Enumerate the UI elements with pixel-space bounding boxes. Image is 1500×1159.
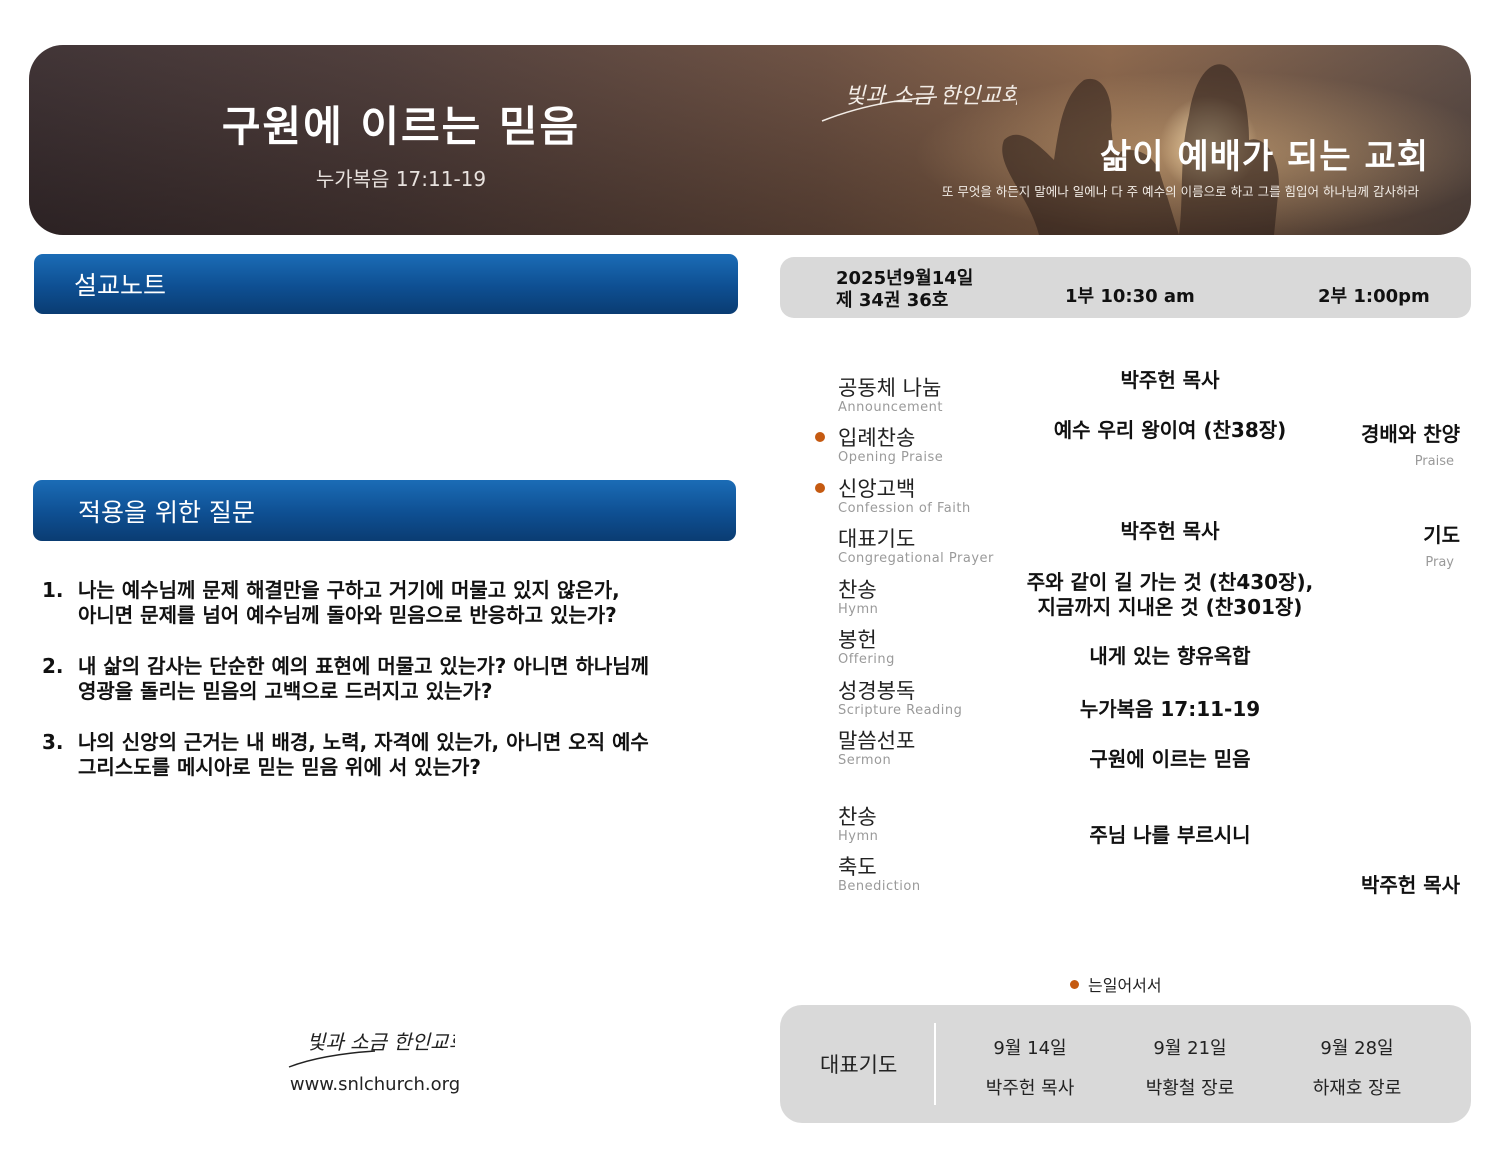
- item-leader-subtitle: Praise: [1414, 454, 1454, 469]
- item-subtitle: Sermon: [838, 753, 892, 768]
- worship-item-confession: 신앙고백 Confession of Faith: [780, 473, 1480, 521]
- svg-text:빛과 소금 한인교회: 빛과 소금 한인교회: [307, 1030, 455, 1054]
- worship-item-hymn: 찬송 Hymn 주와 같이 길 가는 것 (찬430장), 지금까지 지내온 것…: [780, 570, 1480, 622]
- prayer-leader: 박주헌 목사: [985, 1078, 1075, 1099]
- item-content: 누가복음 17:11-19: [1079, 697, 1261, 721]
- prayer-leader: 하재호 장로: [1312, 1078, 1402, 1099]
- question-item: 2. 내 삶의 감사는 단순한 예의 표현에 머물고 있는가? 아니면 하나님께…: [42, 654, 722, 704]
- prayer-schedule-label: 대표기도: [820, 1053, 898, 1077]
- item-title: 대표기도: [838, 527, 916, 551]
- item-content: 박주헌 목사: [1120, 368, 1220, 392]
- question-number: 3.: [42, 730, 64, 754]
- worship-item-offering: 봉헌 Offering 내게 있는 향유옥합: [780, 624, 1480, 672]
- worship-item-scripture: 성경봉독 Scripture Reading 누가복음 17:11-19: [780, 675, 1480, 723]
- prayer-date: 9월 21일: [1153, 1038, 1227, 1059]
- item-subtitle: Hymn: [838, 602, 879, 617]
- service-date: 2025년9월14일: [836, 268, 974, 289]
- worship-item-opening-praise: 입례찬송 Opening Praise 예수 우리 왕이여 (찬38장) 경배와…: [780, 418, 1480, 470]
- standing-legend: 는일어서서: [1070, 972, 1162, 996]
- item-subtitle: Announcement: [838, 400, 943, 415]
- question-text: 내 삶의 감사는 단순한 예의 표현에 머물고 있는가? 아니면 하나님께 영광…: [78, 654, 650, 703]
- item-title: 성경봉독: [838, 679, 916, 703]
- church-website-link[interactable]: www.snlchurch.org: [270, 1074, 480, 1095]
- question-item: 1. 나는 예수님께 문제 해결만을 구하고 거기에 머물고 있지 않은가, 아…: [42, 578, 722, 628]
- bulletin-volume: 제 34권 36호: [836, 290, 949, 311]
- worship-item-sermon: 말씀선포 Sermon 구원에 이르는 믿음: [780, 725, 1480, 773]
- first-service-time: 1부 10:30 am: [1065, 286, 1195, 307]
- item-subtitle: Hymn: [838, 829, 879, 844]
- item-subtitle: Offering: [838, 652, 895, 667]
- prayer-schedule-entry: 9월 28일 하재호 장로: [1287, 1029, 1427, 1109]
- question-list: 1. 나는 예수님께 문제 해결만을 구하고 거기에 머물고 있지 않은가, 아…: [42, 578, 722, 806]
- prayer-date: 9월 28일: [1320, 1038, 1394, 1059]
- item-content: 예수 우리 왕이여 (찬38장): [1053, 418, 1287, 442]
- worship-item-closing-hymn: 찬송 Hymn 주님 나를 부르시니: [780, 801, 1480, 849]
- item-title: 공동체 나눔: [838, 376, 942, 400]
- question-item: 3. 나의 신앙의 근거는 내 배경, 노력, 자격에 있는가, 아니면 오직 …: [42, 730, 722, 780]
- item-title: 찬송: [838, 578, 877, 602]
- standing-legend-text: 는일어서서: [1088, 976, 1162, 995]
- item-subtitle: Opening Praise: [838, 450, 944, 465]
- item-title: 봉헌: [838, 628, 877, 652]
- standing-dot-icon: [815, 483, 825, 493]
- church-motto: 삶이 예배가 되는 교회: [1099, 137, 1429, 177]
- question-text: 나는 예수님께 문제 해결만을 구하고 거기에 머물고 있지 않은가, 아니면 …: [78, 578, 620, 627]
- prayer-schedule-panel: 대표기도 9월 14일 박주헌 목사 9월 21일 박황철 장로 9월 28일 …: [780, 1005, 1471, 1123]
- sermon-notes-header: 설교노트: [34, 254, 738, 314]
- item-subtitle: Benediction: [838, 879, 921, 894]
- sermon-scripture: 누가복음 17:11-19: [315, 167, 487, 191]
- footer-church-logo: 빛과 소금 한인교회: [288, 1030, 455, 1068]
- panel-divider: [934, 1023, 936, 1105]
- item-content: 주님 나를 부르시니: [1089, 823, 1251, 847]
- item-subtitle: Congregational Prayer: [838, 551, 994, 566]
- item-subtitle: Confession of Faith: [838, 501, 971, 516]
- second-service-time: 2부 1:00pm: [1318, 286, 1430, 307]
- item-title: 찬송: [838, 805, 877, 829]
- motto-verse: 또 무엇을 하든지 말에나 일에나 다 주 예수의 이름으로 하고 그를 힘입어…: [941, 184, 1419, 199]
- prayer-schedule-entry: 9월 21일 박황철 장로: [1120, 1029, 1260, 1109]
- standing-dot-icon: [1070, 979, 1079, 989]
- item-title: 말씀선포: [838, 729, 916, 753]
- item-leader-subtitle: Pray: [1425, 555, 1454, 570]
- service-date-block: 2025년9월14일 제 34권 36호: [836, 268, 973, 312]
- item-title: 신앙고백: [838, 477, 916, 501]
- question-text: 나의 신앙의 근거는 내 배경, 노력, 자격에 있는가, 아니면 오직 예수 …: [78, 730, 649, 779]
- item-title: 축도: [838, 855, 877, 879]
- standing-dot-icon: [815, 432, 825, 442]
- item-subtitle: Scripture Reading: [838, 703, 963, 718]
- prayer-leader: 박황철 장로: [1145, 1078, 1235, 1099]
- item-content: 주와 같이 길 가는 것 (찬430장), 지금까지 지내온 것 (찬301장): [1026, 570, 1314, 619]
- item-title: 입례찬송: [838, 426, 916, 450]
- item-content: 내게 있는 향유옥합: [1089, 644, 1251, 668]
- item-leader: 기도: [1423, 523, 1460, 547]
- order-of-worship: 공동체 나눔 Announcement 박주헌 목사 입례찬송 Opening …: [780, 360, 1480, 920]
- item-content: 박주헌 목사: [1120, 519, 1220, 543]
- service-info-bar: 2025년9월14일 제 34권 36호 1부 10:30 am 2부 1:00…: [780, 257, 1471, 318]
- question-number: 1.: [42, 578, 64, 602]
- question-number: 2.: [42, 654, 64, 678]
- application-questions-header: 적용을 위한 질문: [33, 480, 736, 541]
- worship-item-benediction: 축도 Benediction 박주헌 목사: [780, 851, 1480, 899]
- worship-item-prayer: 대표기도 Congregational Prayer 박주헌 목사 기도 Pra…: [780, 519, 1480, 571]
- prayer-schedule-entry: 9월 14일 박주헌 목사: [960, 1029, 1100, 1109]
- church-logo: 빛과 소금 한인교회: [821, 84, 1017, 122]
- sermon-title: 구원에 이르는 믿음: [221, 102, 581, 151]
- worship-item-announcement: 공동체 나눔 Announcement 박주헌 목사: [780, 368, 1480, 420]
- header-banner: 구원에 이르는 믿음 누가복음 17:11-19 빛과 소금 한인교회 삶이 예…: [29, 45, 1471, 235]
- item-content: 구원에 이르는 믿음: [1089, 747, 1251, 771]
- prayer-date: 9월 14일: [993, 1038, 1067, 1059]
- item-leader: 경배와 찬양: [1361, 422, 1460, 446]
- item-leader: 박주헌 목사: [1361, 873, 1460, 897]
- svg-text:빛과 소금 한인교회: 빛과 소금 한인교회: [845, 84, 1017, 109]
